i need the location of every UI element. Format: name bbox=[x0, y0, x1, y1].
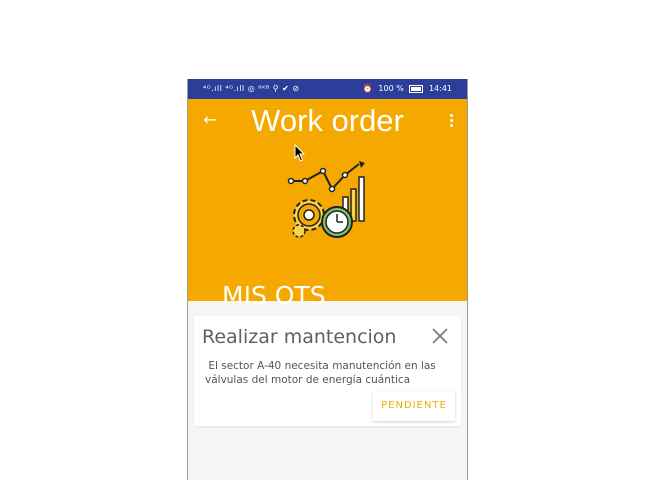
status-bar: ⁴ᴳ.ıll ⁴ᴳ.ıll ◎ ⁶ᴷᴮ ⚲ ✔ ⊘ ⏰ 100 % 14:41 bbox=[187, 79, 468, 99]
status-button[interactable]: PENDIENTE bbox=[373, 391, 455, 421]
overflow-menu-button[interactable] bbox=[444, 109, 458, 131]
app-title: Work order bbox=[251, 103, 404, 138]
card-title: Realizar mantencion bbox=[202, 326, 397, 348]
menu-dot bbox=[449, 123, 453, 127]
menu-dot bbox=[449, 118, 453, 122]
status-right-group: ⏰ 100 % 14:41 bbox=[360, 79, 452, 99]
clock: 14:41 bbox=[428, 84, 452, 93]
card-description: El sector A-40 necesita manutención en l… bbox=[205, 360, 436, 386]
menu-dot bbox=[449, 113, 453, 117]
gears-chart-clock-illustration bbox=[287, 161, 365, 238]
phone-border-left bbox=[187, 79, 188, 480]
section-heading: MIS OTS bbox=[222, 281, 326, 310]
close-icon[interactable] bbox=[431, 327, 449, 345]
phone-screen: ⁴ᴳ.ıll ⁴ᴳ.ıll ◎ ⁶ᴷᴮ ⚲ ✔ ⊘ ⏰ 100 % 14:41 … bbox=[187, 79, 468, 480]
status-indicators: ⁴ᴳ.ıll ⁴ᴳ.ıll ◎ ⁶ᴷᴮ ⚲ ✔ ⊘ bbox=[203, 84, 300, 93]
phone-border-right bbox=[467, 79, 468, 480]
mouse-cursor-icon bbox=[294, 144, 306, 162]
alarm-icon: ⏰ bbox=[362, 84, 373, 93]
app-header: ← Work order MIS OTS bbox=[187, 99, 468, 310]
battery-percent: 100 % bbox=[378, 84, 404, 93]
back-arrow-icon: ← bbox=[203, 110, 217, 129]
back-button[interactable]: ← bbox=[201, 109, 219, 131]
battery-icon bbox=[409, 84, 424, 93]
work-order-card[interactable]: Realizar mantencion El sector A-40 neces… bbox=[194, 316, 461, 426]
